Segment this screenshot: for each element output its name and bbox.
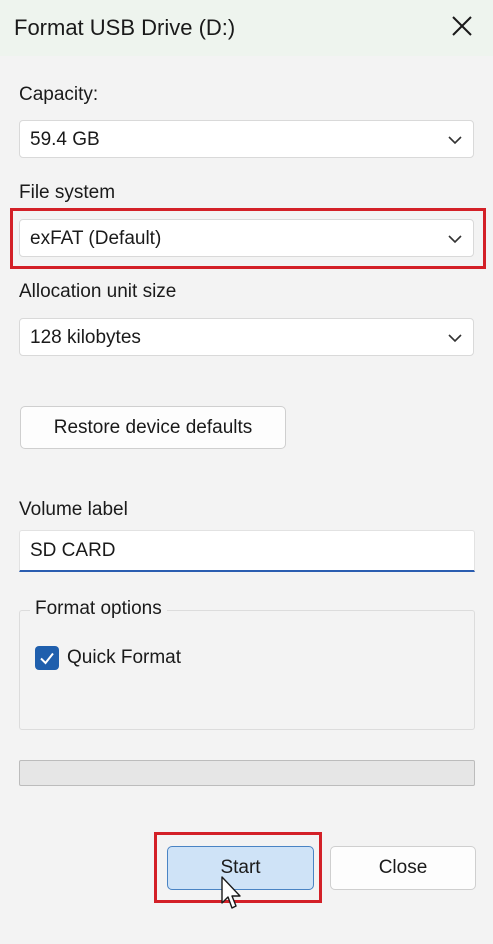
allocation-value: 128 kilobytes [30,327,141,348]
restore-defaults-button[interactable]: Restore device defaults [20,406,286,449]
format-dialog: Format USB Drive (D:) Capacity: 59.4 GB … [0,0,493,944]
format-progress-bar [19,760,475,786]
capacity-select[interactable]: 59.4 GB [19,120,474,158]
file-system-value: exFAT (Default) [30,228,162,249]
volume-label: Volume label [19,499,128,520]
chevron-down-icon [448,235,462,244]
file-system-label: File system [19,182,116,203]
capacity-value: 59.4 GB [30,129,100,150]
allocation-select[interactable]: 128 kilobytes [19,318,474,356]
format-options-legend: Format options [30,597,167,621]
allocation-label: Allocation unit size [19,281,177,302]
checkmark-icon [40,652,54,665]
start-button[interactable]: Start [167,846,314,890]
file-system-select[interactable]: exFAT (Default) [19,219,474,257]
format-options-group [19,610,475,730]
quick-format-checkbox[interactable] [35,646,59,670]
quick-format-label[interactable]: Quick Format [67,646,181,670]
close-button[interactable]: Close [330,846,476,890]
chevron-down-icon [448,334,462,343]
close-icon[interactable] [446,10,478,42]
chevron-down-icon [448,136,462,145]
volume-label-field[interactable] [19,530,475,572]
volume-label-input[interactable] [20,531,474,570]
window-title: Format USB Drive (D:) [14,15,236,40]
title-bar: Format USB Drive (D:) [0,0,493,56]
capacity-label: Capacity: [19,84,99,105]
